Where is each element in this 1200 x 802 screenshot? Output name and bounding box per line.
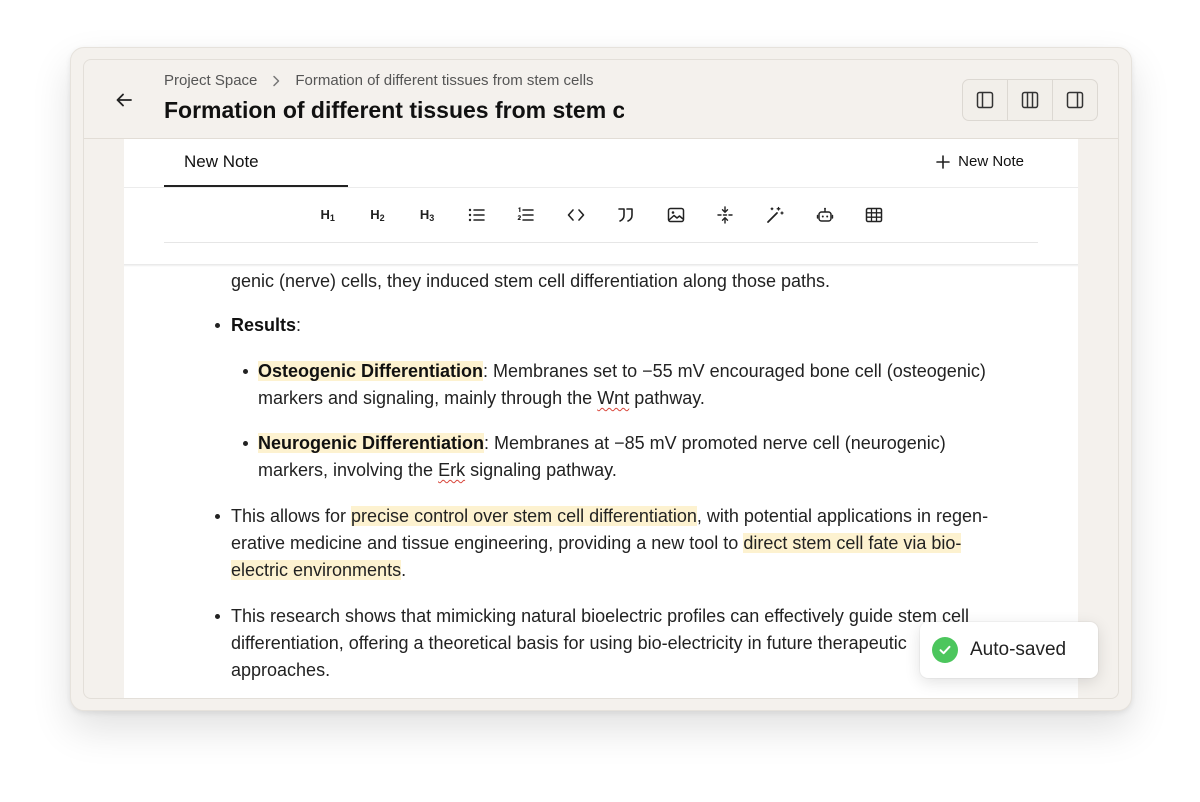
list-item: Neurogenic Differentiation: Membranes at…: [258, 433, 946, 453]
quote-button[interactable]: [601, 199, 651, 231]
numbered-list-icon: [518, 206, 535, 221]
text-line: genic (nerve) cells, they induced stem c…: [231, 271, 831, 291]
new-note-button[interactable]: New Note: [936, 153, 1024, 170]
image-button[interactable]: [651, 199, 701, 231]
formatting-toolbar: H1 H2 H3: [164, 187, 1038, 243]
bullet-list-icon: [468, 208, 485, 221]
quote-icon: [618, 207, 633, 222]
text-line: markers, involving the Erk signaling pat…: [258, 460, 617, 480]
arrow-left-icon: [116, 93, 132, 107]
editor-panel: New Note New Note H1 H2 H3 genic (nerve)…: [124, 139, 1078, 698]
list-item: Osteogenic Differentiation: Membranes se…: [258, 361, 986, 381]
layout-columns-button[interactable]: [1008, 80, 1053, 120]
heading-3-button[interactable]: H3: [402, 199, 452, 231]
plus-icon: [936, 154, 950, 169]
tab-new-note[interactable]: New Note: [164, 139, 348, 187]
list-item: Results:: [231, 315, 302, 335]
layout-switcher: [962, 79, 1098, 121]
magic-wand-icon: [767, 206, 784, 223]
text-line: approaches.: [231, 660, 331, 680]
tab-bar: New Note New Note: [124, 139, 1078, 188]
text-line: electric environments.: [231, 560, 407, 580]
app-window: Project Space Formation of different tis…: [83, 59, 1119, 699]
image-icon: [667, 207, 684, 222]
breadcrumb: Project Space Formation of different tis…: [164, 72, 594, 89]
bullet-marker: [215, 614, 220, 619]
bullet-marker: [243, 441, 248, 446]
check-circle-icon: [932, 637, 958, 663]
h1-icon: H1: [320, 207, 335, 223]
auto-saved-toast: Auto-saved: [920, 622, 1098, 678]
sidebar-right-icon: [1066, 91, 1084, 109]
sidebar-left-icon: [976, 91, 994, 109]
robot-icon: [816, 207, 833, 222]
h3-icon: H3: [419, 207, 435, 223]
layout-right-sidebar-button[interactable]: [1053, 80, 1097, 120]
columns-icon: [1021, 91, 1039, 109]
text-line: erative medicine and tissue engineering,…: [231, 533, 962, 553]
breadcrumb-item-current[interactable]: Formation of different tissues from stem…: [295, 72, 593, 89]
numbered-list-button[interactable]: [502, 199, 552, 231]
bullet-marker: [215, 514, 220, 519]
heading-2-button[interactable]: H2: [353, 199, 403, 231]
table-icon: [866, 207, 883, 222]
new-note-label: New Note: [958, 153, 1024, 170]
bullet-list-button[interactable]: [452, 199, 502, 231]
toast-message: Auto-saved: [970, 639, 1067, 660]
magic-wand-button[interactable]: [750, 199, 800, 231]
ai-assistant-button[interactable]: [800, 199, 850, 231]
table-button[interactable]: [849, 199, 899, 231]
page-title[interactable]: Formation of different tissues from stem…: [164, 97, 624, 124]
heading-1-button[interactable]: H1: [303, 199, 353, 231]
divider-button[interactable]: [700, 199, 750, 231]
list-item: This allows for precise control over ste…: [231, 506, 989, 526]
bullet-marker: [243, 369, 248, 374]
code-icon: [567, 208, 585, 221]
bullet-marker: [215, 323, 220, 328]
breadcrumb-item-project-space[interactable]: Project Space: [164, 72, 257, 89]
code-button[interactable]: [551, 199, 601, 231]
chevron-right-icon: [271, 75, 281, 87]
tab-label: New Note: [184, 152, 259, 171]
h2-icon: H2: [370, 207, 385, 223]
back-button[interactable]: [106, 82, 142, 118]
layout-left-sidebar-button[interactable]: [963, 80, 1008, 120]
text-line: markers and signaling, mainly through th…: [258, 388, 705, 408]
divider-icon: [717, 205, 733, 224]
text-line: differentiation, offering a theoretical …: [231, 633, 907, 653]
list-item: This research shows that mimicking natur…: [231, 606, 969, 626]
